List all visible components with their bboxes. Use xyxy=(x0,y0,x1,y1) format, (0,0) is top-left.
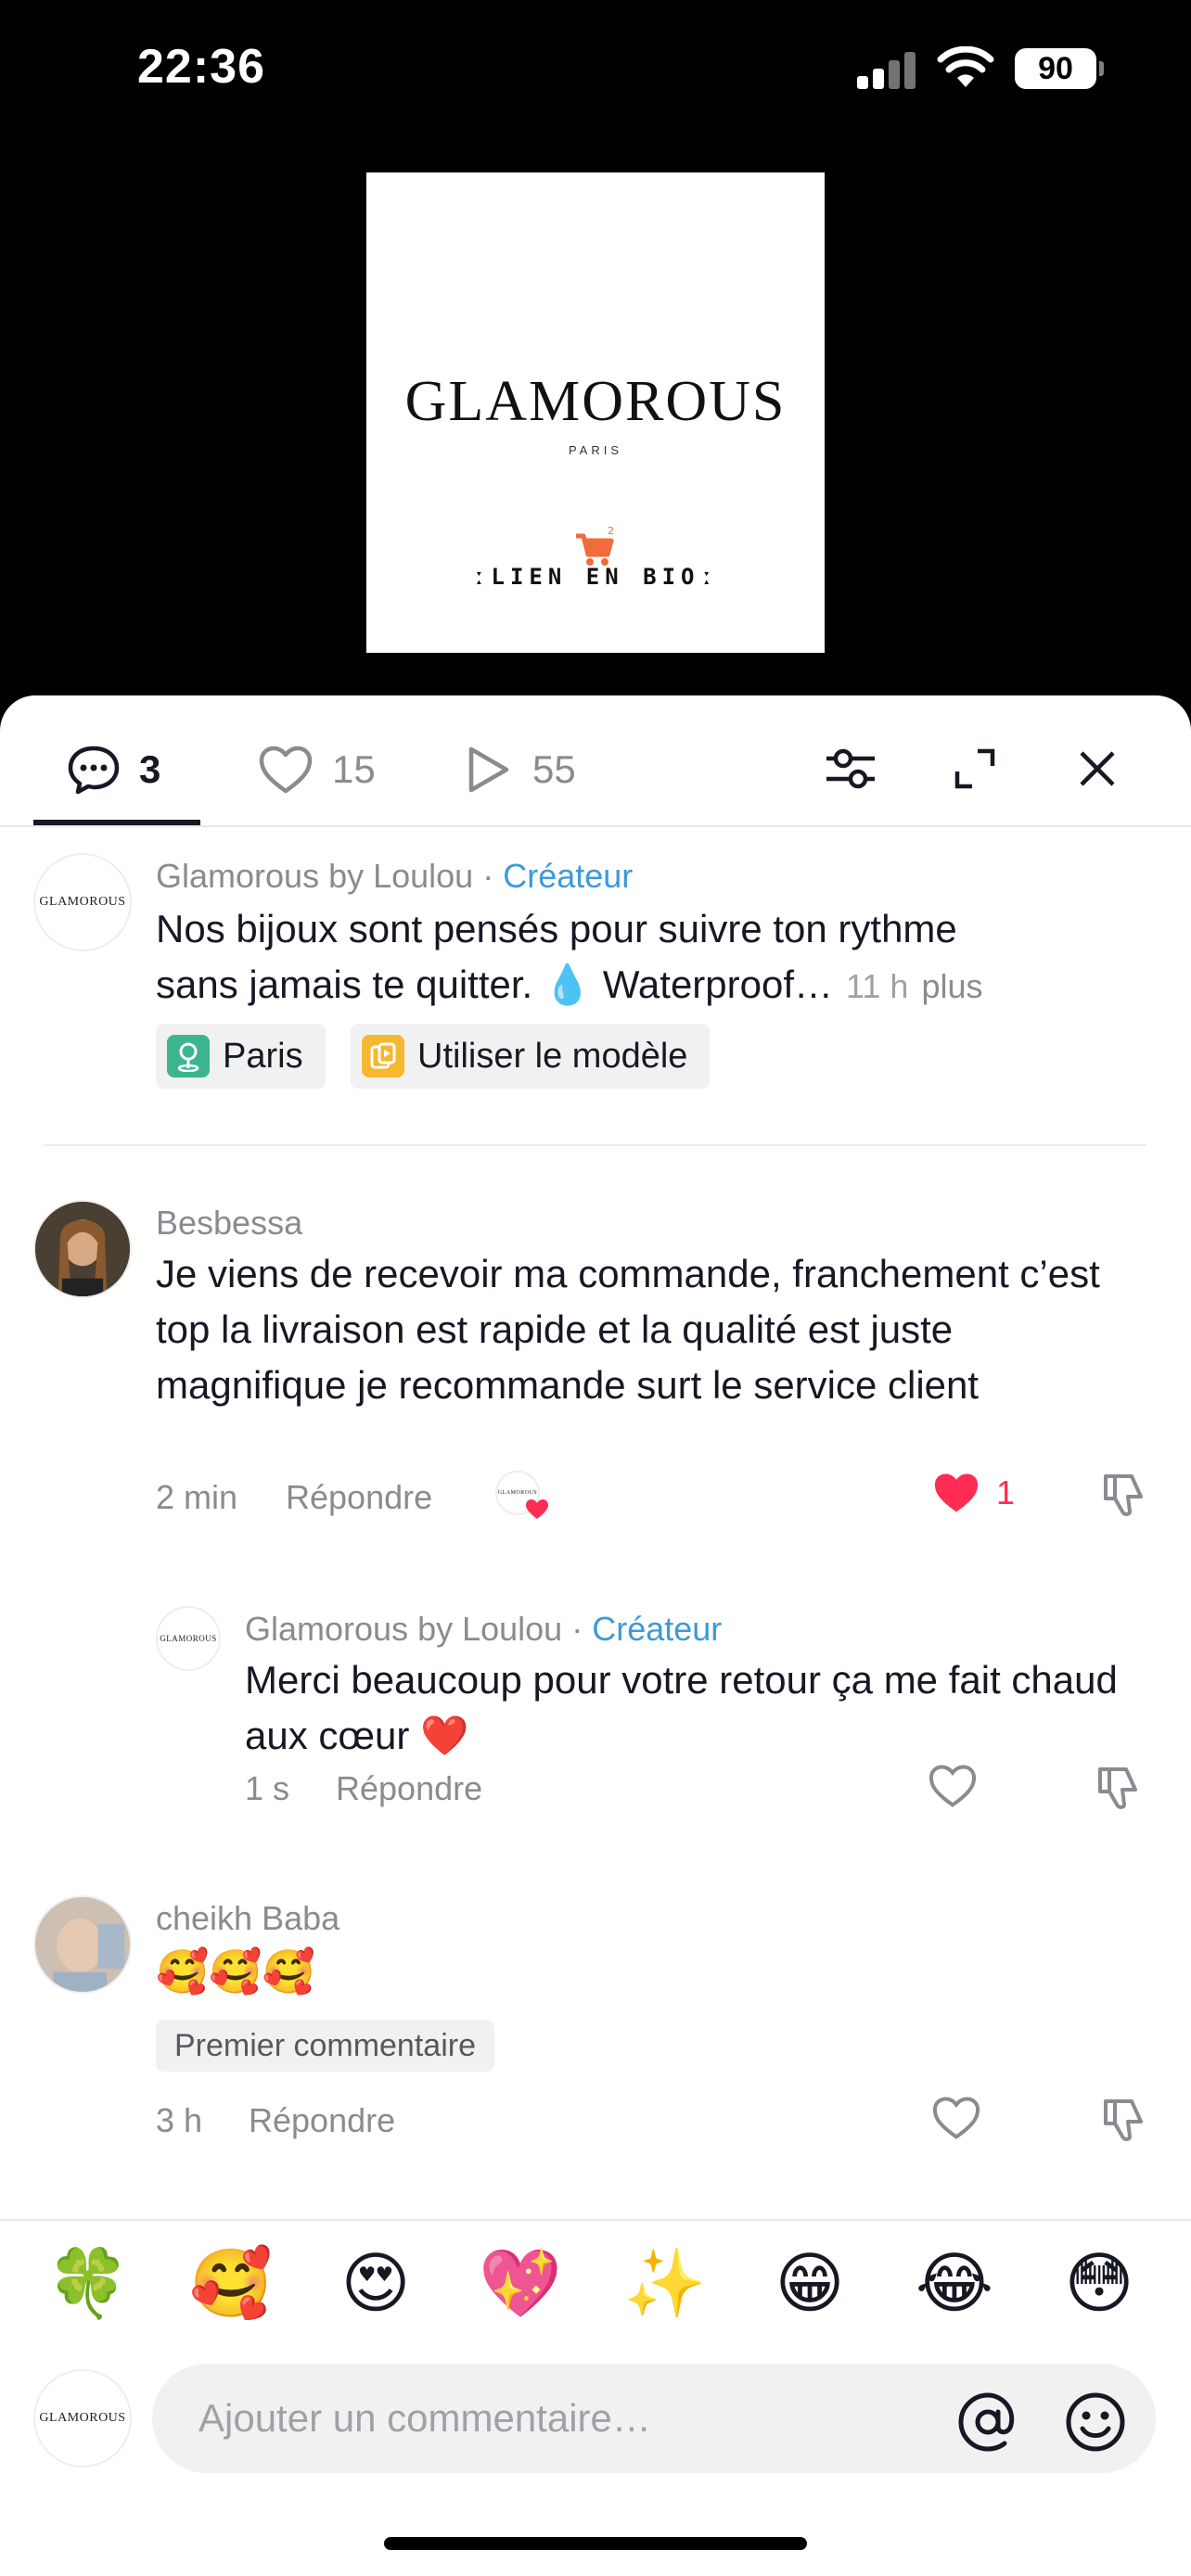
tab-plays[interactable]: 55 xyxy=(462,742,576,797)
template-icon xyxy=(362,1035,404,1078)
reply-username[interactable]: Glamorous by Loulou · Créateur xyxy=(245,1610,722,1649)
user-avatar[interactable] xyxy=(33,1200,132,1298)
location-chip[interactable]: Paris xyxy=(156,1024,326,1089)
location-pin-icon xyxy=(167,1035,210,1078)
sheet-tabs: 3 15 55 xyxy=(0,695,1191,827)
reply-button[interactable]: Répondre xyxy=(249,2101,395,2140)
wifi-icon xyxy=(937,46,994,87)
caption-time: 11 h xyxy=(846,967,909,1005)
creator-avatar[interactable]: GLAMOROUS xyxy=(156,1606,221,1671)
close-button[interactable] xyxy=(1065,736,1130,801)
dislike-button[interactable] xyxy=(1100,2096,1148,2144)
emoji-smiling-hearts-button[interactable]: 🥰 xyxy=(189,2241,273,2325)
like-button[interactable]: 1 xyxy=(931,1471,1015,1515)
comment-time: 3 h xyxy=(156,2101,203,2139)
caption-text: Nos bijoux sont pensés pour suivre ton r… xyxy=(156,901,982,1014)
tab-comments[interactable]: 3 xyxy=(67,742,160,797)
emoji-sparkles-button[interactable]: ✨ xyxy=(623,2241,707,2325)
emoji-heart-eyes-button[interactable]: 😍 xyxy=(334,2241,417,2325)
caption-divider xyxy=(43,1144,1146,1146)
heart-outline-icon xyxy=(259,746,313,794)
dislike-button[interactable] xyxy=(1100,1471,1148,1519)
comments-count: 3 xyxy=(139,747,161,791)
expand-button[interactable] xyxy=(942,736,1007,801)
user-photo xyxy=(35,1202,130,1296)
caption-text-line2: sans jamais te quitter. 💧 Waterproof… xyxy=(156,963,834,1006)
caption-username[interactable]: Glamorous by Loulou · Créateur xyxy=(156,857,633,896)
thumbs-down-icon xyxy=(1098,1767,1137,1809)
location-chip-label: Paris xyxy=(223,1036,303,1076)
brand-subtitle: PARIS xyxy=(568,443,623,457)
quick-emoji-bar: 🍀 🥰 😍 💖 ✨ 😁 😂 😳 xyxy=(0,2219,1191,2349)
heart-outline-icon xyxy=(928,1765,977,1807)
comment-text: 🥰🥰🥰 xyxy=(156,1947,315,1996)
like-count: 1 xyxy=(996,1473,1016,1511)
creator-avatar[interactable]: GLAMOROUS xyxy=(33,853,132,951)
link-in-bio-text: ːLIEN EN BIOː xyxy=(472,564,719,590)
my-avatar[interactable]: GLAMOROUS xyxy=(33,2369,132,2468)
emoji-clover-button[interactable]: 🍀 xyxy=(46,2241,130,2325)
dislike-button[interactable] xyxy=(1095,1764,1143,1812)
reply-time: 1 s xyxy=(245,1769,290,1807)
status-bar: 22:36 90 xyxy=(0,0,1191,139)
active-tab-indicator xyxy=(33,820,200,825)
comment-text: Je viens de recevoir ma commande, franch… xyxy=(156,1252,1100,1407)
like-button[interactable] xyxy=(931,2096,981,2140)
reply-button[interactable]: Répondre xyxy=(286,1478,432,1517)
creator-label: Créateur xyxy=(503,857,634,895)
mention-button[interactable] xyxy=(955,2390,1020,2455)
emoji-joy-button[interactable]: 😂 xyxy=(913,2241,996,2325)
plays-count: 55 xyxy=(532,747,576,791)
svg-text:2: 2 xyxy=(608,525,614,537)
emoji-grin-button[interactable]: 😁 xyxy=(768,2241,852,2325)
thumbs-down-icon xyxy=(1104,2099,1143,2141)
heart-filled-icon xyxy=(934,1473,979,1512)
smiley-icon xyxy=(1066,2392,1125,2452)
user-avatar[interactable] xyxy=(33,1895,132,1994)
home-indicator xyxy=(384,2537,807,2550)
first-comment-badge: Premier commentaire xyxy=(156,2020,494,2072)
creator-label: Créateur xyxy=(592,1610,723,1648)
emoji-flushed-button[interactable]: 😳 xyxy=(1057,2241,1141,2325)
play-icon xyxy=(468,746,509,793)
reply-text: Merci beaucoup pour votre retour ça me f… xyxy=(245,1658,1118,1757)
comment-input-row: GLAMOROUS xyxy=(0,2349,1191,2488)
brand-logo-text: GLAMOROUS xyxy=(404,370,787,433)
comment-icon xyxy=(68,746,120,795)
sliders-icon xyxy=(826,748,875,789)
heart-outline-icon xyxy=(932,2097,980,2139)
mini-heart-icon xyxy=(526,1499,548,1519)
comment-time: 2 min xyxy=(156,1478,238,1516)
user-photo xyxy=(35,1897,130,1992)
cellular-signal-icon xyxy=(857,52,916,89)
at-sign-icon xyxy=(958,2392,1015,2452)
filter-button[interactable] xyxy=(818,736,883,801)
use-template-label: Utiliser le modèle xyxy=(417,1036,688,1076)
reply-button[interactable]: Répondre xyxy=(336,1769,482,1808)
thumbs-down-icon xyxy=(1104,1474,1143,1516)
emoji-sparkling-heart-button[interactable]: 💖 xyxy=(479,2241,562,2325)
comment-username[interactable]: Besbessa xyxy=(156,1204,302,1243)
comment-username[interactable]: cheikh Baba xyxy=(156,1899,339,1938)
like-button[interactable] xyxy=(928,1764,978,1808)
close-icon xyxy=(1080,751,1115,786)
video-thumbnail[interactable]: GLAMOROUS PARIS 2 ːLIEN EN BIOː xyxy=(366,172,825,653)
likes-count: 15 xyxy=(332,747,376,791)
battery-indicator: 90 xyxy=(1015,48,1104,89)
tab-likes[interactable]: 15 xyxy=(258,742,376,797)
use-template-chip[interactable]: Utiliser le modèle xyxy=(351,1024,711,1089)
status-time: 22:36 xyxy=(137,40,265,94)
emoji-picker-button[interactable] xyxy=(1063,2390,1128,2455)
expand-icon xyxy=(954,748,995,789)
more-link[interactable]: plus xyxy=(921,959,982,1014)
